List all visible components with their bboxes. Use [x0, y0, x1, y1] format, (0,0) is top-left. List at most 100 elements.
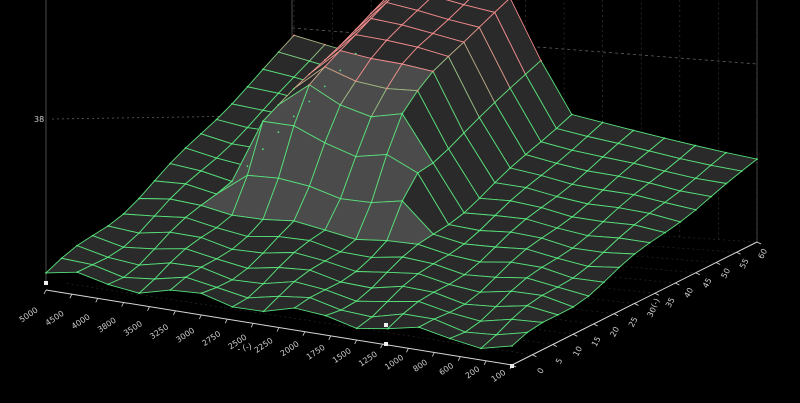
grid-node — [555, 195, 558, 198]
grid-node — [246, 126, 249, 129]
grid-node — [138, 232, 140, 235]
grid-node — [587, 234, 589, 237]
grid-node — [447, 18, 450, 21]
grid-node — [433, 318, 436, 320]
grid-node — [277, 92, 280, 95]
grid-node — [479, 261, 481, 263]
grid-node — [339, 69, 342, 72]
grid-node — [556, 227, 558, 229]
grid-node — [293, 280, 296, 283]
grid-node — [354, 155, 357, 158]
x-tick-mark — [406, 348, 409, 353]
grid-node — [462, 3, 465, 6]
surface-plot: 5000 4500 4000 3800 3500 3250 3000 2750 2500 2250… — [18, 0, 769, 384]
x-tick-label: 3500 — [122, 319, 144, 338]
grid-node — [510, 261, 512, 264]
grid-node — [725, 151, 727, 154]
grid-node — [262, 282, 265, 285]
grid-node — [340, 309, 342, 311]
grid-node — [572, 277, 574, 279]
grid-node — [603, 281, 605, 284]
grid-node — [540, 237, 543, 240]
grid-node — [355, 238, 357, 241]
grid-node — [324, 229, 326, 232]
y-tick-mark — [756, 241, 762, 245]
grid-node — [586, 170, 589, 172]
grid-node — [494, 276, 497, 279]
grid-node — [417, 300, 420, 303]
y-tick-label: 60 — [756, 247, 769, 260]
x-tick-label: 1250 — [357, 350, 379, 369]
grid-node — [648, 241, 651, 244]
grid-node — [107, 283, 109, 286]
grid-node — [478, 116, 481, 119]
grid-node — [386, 327, 389, 330]
x-tick-mark — [95, 298, 99, 303]
grid-node — [184, 216, 187, 219]
grid-node — [432, 262, 435, 265]
grid-node — [293, 34, 295, 37]
grid-node — [386, 300, 389, 303]
grid-node — [525, 218, 527, 220]
grid-node — [448, 253, 450, 256]
grid-node — [432, 32, 434, 35]
grid-node — [231, 248, 234, 251]
grid-node — [571, 216, 574, 218]
grid-node — [571, 247, 574, 250]
grid-node — [107, 256, 109, 259]
grid-node — [417, 326, 420, 329]
grid-node — [386, 271, 388, 274]
x-tick-label: 600 — [438, 361, 456, 377]
grid-node — [540, 59, 542, 62]
grid-node — [339, 281, 342, 283]
grid-node — [107, 225, 109, 227]
grid-node — [215, 118, 218, 121]
grid-node — [122, 276, 125, 279]
grid-node — [540, 174, 543, 177]
grid-node — [432, 291, 435, 294]
grid-node — [231, 306, 234, 308]
grid-node — [511, 345, 513, 347]
grid-node — [602, 220, 605, 223]
y-tick-label: 20 — [608, 325, 621, 338]
grid-node — [385, 1, 388, 4]
grid-node — [417, 272, 420, 275]
grid-node — [309, 296, 311, 299]
grid-node — [200, 132, 202, 135]
grid-node — [308, 83, 311, 86]
x-tick-mark — [354, 339, 358, 345]
x-tick-mark — [431, 352, 435, 357]
grid-node — [138, 292, 141, 295]
grid-node — [401, 112, 404, 115]
grid-node — [215, 258, 218, 260]
grid-node — [339, 250, 342, 253]
grid-node — [401, 63, 403, 65]
grid-node — [586, 203, 589, 205]
grid-node — [509, 87, 511, 90]
grid-node — [401, 24, 403, 26]
grid-node — [324, 288, 327, 291]
grid-node — [354, 52, 357, 55]
grid-node — [293, 307, 296, 309]
x-tick-mark — [147, 306, 150, 311]
grid-node — [478, 197, 481, 200]
grid-node — [679, 190, 682, 192]
y-tick-mark — [573, 333, 578, 337]
grid-node — [277, 266, 280, 269]
y-tick-mark — [715, 262, 721, 265]
grid-node — [694, 177, 697, 180]
grid-node — [617, 142, 620, 145]
y-tick-label: 10 — [571, 345, 584, 358]
grid-node — [494, 214, 496, 217]
grid-node — [308, 60, 311, 62]
grid-node — [293, 251, 295, 254]
grid-node — [525, 277, 528, 279]
grid-node — [663, 201, 666, 204]
x-tick-label: 2250 — [253, 336, 275, 355]
grid-node — [463, 212, 465, 214]
grid-node — [200, 204, 202, 207]
grid-node — [633, 224, 636, 226]
grid-node — [632, 129, 635, 132]
grid-node — [602, 251, 605, 254]
grid-node — [494, 246, 497, 248]
